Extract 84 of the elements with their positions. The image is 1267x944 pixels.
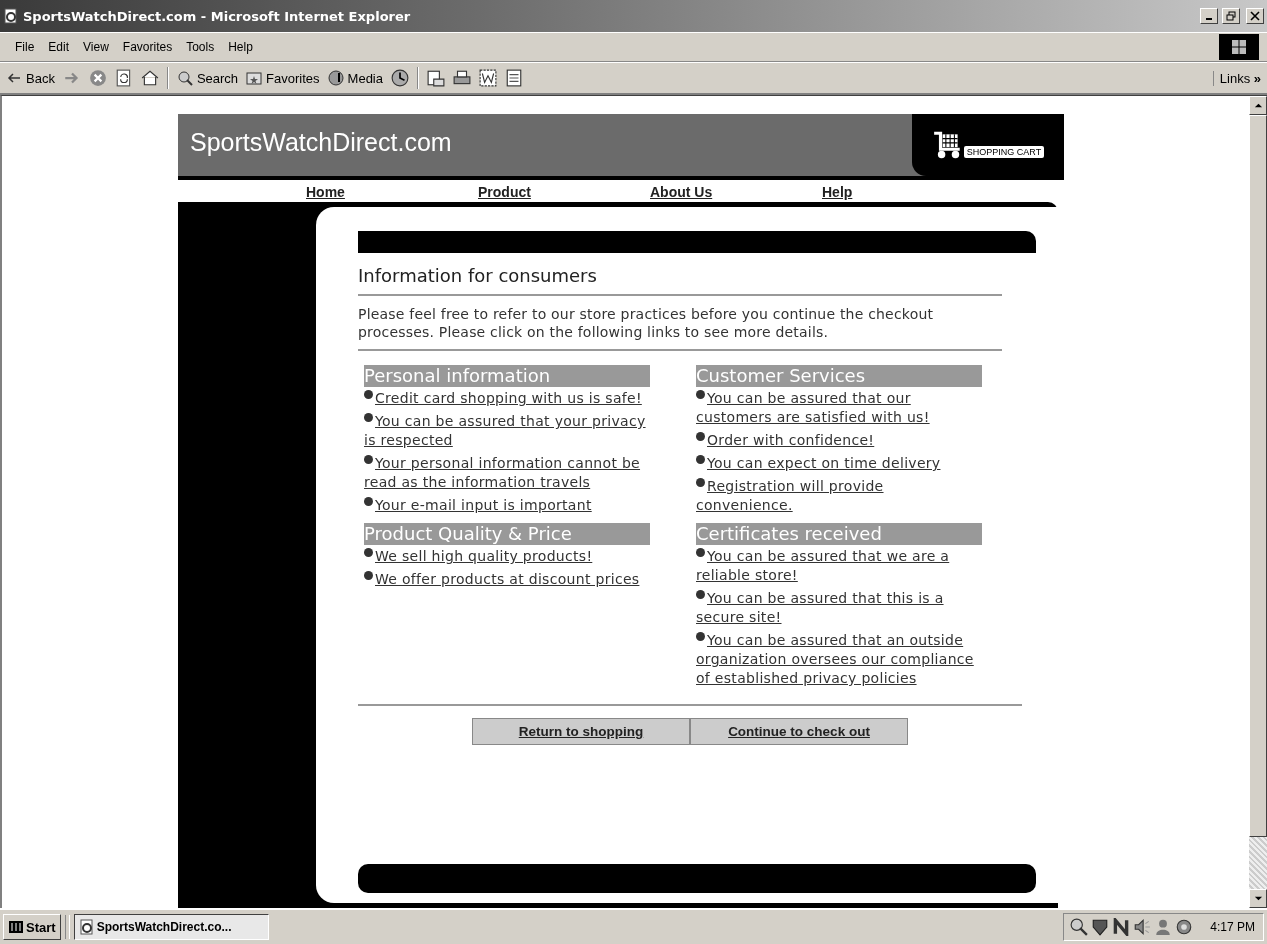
edit-icon[interactable] <box>479 69 497 87</box>
browser-icon <box>78 919 95 935</box>
bullet-icon <box>364 455 373 464</box>
menu-item[interactable]: Favorites <box>115 38 180 56</box>
media-button[interactable]: Media <box>327 70 383 86</box>
network-icon[interactable] <box>1175 918 1194 936</box>
minimize-button[interactable] <box>1200 8 1218 24</box>
scroll-down-button[interactable] <box>1249 889 1267 908</box>
shield-icon[interactable] <box>1091 918 1110 936</box>
menu-item[interactable]: View <box>76 38 116 56</box>
history-icon[interactable] <box>391 69 409 87</box>
windows-logo-icon <box>1219 34 1259 60</box>
start-button[interactable]: Start <box>3 914 61 940</box>
info-link[interactable]: You can be assured that an outside organization oversees our compliance of established privacy policies <box>696 631 982 688</box>
bullet-icon <box>696 432 705 441</box>
bullet-icon <box>364 497 373 506</box>
mail-icon[interactable] <box>427 69 445 87</box>
info-link[interactable]: You can be assured that your privacy is respected <box>364 412 650 450</box>
menu-item[interactable]: Tools <box>179 38 222 56</box>
up-arrow-icon <box>1253 101 1263 110</box>
menu-item[interactable]: Edit <box>41 38 77 56</box>
info-link[interactable]: Order with confidence! <box>696 431 982 450</box>
home-icon[interactable] <box>140 69 159 87</box>
links-button[interactable]: Links » <box>1212 70 1261 86</box>
bullet-icon <box>696 390 705 399</box>
stop-icon[interactable] <box>88 69 107 87</box>
star-folder-icon <box>246 70 263 86</box>
nav-link[interactable]: Home <box>306 184 478 200</box>
windows-logo-icon <box>8 919 24 935</box>
nav-link[interactable]: Product <box>478 184 650 200</box>
taskbar-button[interactable]: SportsWatchDirect.co... <box>73 914 269 940</box>
section-heading: Product Quality & Price <box>364 523 650 545</box>
info-link[interactable]: You can be assured that this is a secure site! <box>696 589 982 627</box>
minimize-icon <box>1206 18 1212 20</box>
restore-button[interactable] <box>1222 8 1240 24</box>
printer-icon[interactable] <box>453 69 471 87</box>
search-icon <box>176 70 193 86</box>
info-link[interactable]: You can expect on time delivery <box>696 454 982 473</box>
down-arrow-icon <box>1253 894 1263 903</box>
close-icon <box>1250 11 1260 21</box>
page-heading: Information for consumers <box>358 265 598 286</box>
menu-item[interactable]: Help <box>221 38 260 56</box>
page-button[interactable]: Return to shopping <box>472 718 690 745</box>
page-icon[interactable] <box>505 69 523 87</box>
bullet-icon <box>696 590 705 599</box>
info-link[interactable]: We offer products at discount prices <box>364 570 650 589</box>
nav-link[interactable]: About Us <box>650 184 822 200</box>
section-heading: Certificates received <box>696 523 982 545</box>
scroll-up-button[interactable] <box>1249 96 1267 115</box>
back-button[interactable]: Back <box>6 70 55 86</box>
info-link[interactable]: You can be assured that we are a reliable store! <box>696 547 982 585</box>
clock: 4:17 PM <box>1210 920 1255 934</box>
window-title: SportsWatchDirect.com - Microsoft Internet Explorer <box>23 8 411 24</box>
bullet-icon <box>696 478 705 487</box>
restore-icon <box>1226 11 1236 21</box>
intro-text: Please feel free to refer to our store practices before you continue the checkout processes. Please click on the following links to see more details. <box>358 305 935 341</box>
info-link[interactable]: Registration will provide convenience. <box>696 477 982 515</box>
magnifier-icon[interactable] <box>1070 918 1089 936</box>
close-button[interactable] <box>1246 8 1264 24</box>
refresh-icon[interactable] <box>114 69 133 87</box>
info-link[interactable]: Your e-mail input is important <box>364 496 650 515</box>
globe-icon <box>327 70 344 86</box>
info-link[interactable]: We sell high quality products! <box>364 547 650 566</box>
section-heading: Personal information <box>364 365 650 387</box>
info-link[interactable]: Credit card shopping with us is safe! <box>364 389 650 408</box>
info-link[interactable]: You can be assured that our customers are satisfied with us! <box>696 389 982 427</box>
bullet-icon <box>364 548 373 557</box>
bullet-icon <box>696 548 705 557</box>
search-button[interactable]: Search <box>176 70 239 86</box>
speaker-icon[interactable] <box>1133 918 1152 936</box>
section-heading: Customer Services <box>696 365 982 387</box>
bullet-icon <box>696 455 705 464</box>
favorites-button[interactable]: Favorites <box>246 70 320 86</box>
bullet-icon <box>364 390 373 399</box>
bullet-icon <box>364 571 373 580</box>
n-logo-icon[interactable] <box>1112 918 1131 936</box>
bullet-icon <box>364 413 373 422</box>
bullet-icon <box>696 632 705 641</box>
browser-icon <box>3 8 19 24</box>
site-logo[interactable]: SportsWatchDirect.com <box>178 114 452 157</box>
nav-link[interactable]: Help <box>822 184 994 200</box>
info-link[interactable]: Your personal information cannot be read as the information travels <box>364 454 650 492</box>
menu-item[interactable]: File <box>8 38 42 56</box>
page-button[interactable]: Continue to check out <box>690 718 908 745</box>
